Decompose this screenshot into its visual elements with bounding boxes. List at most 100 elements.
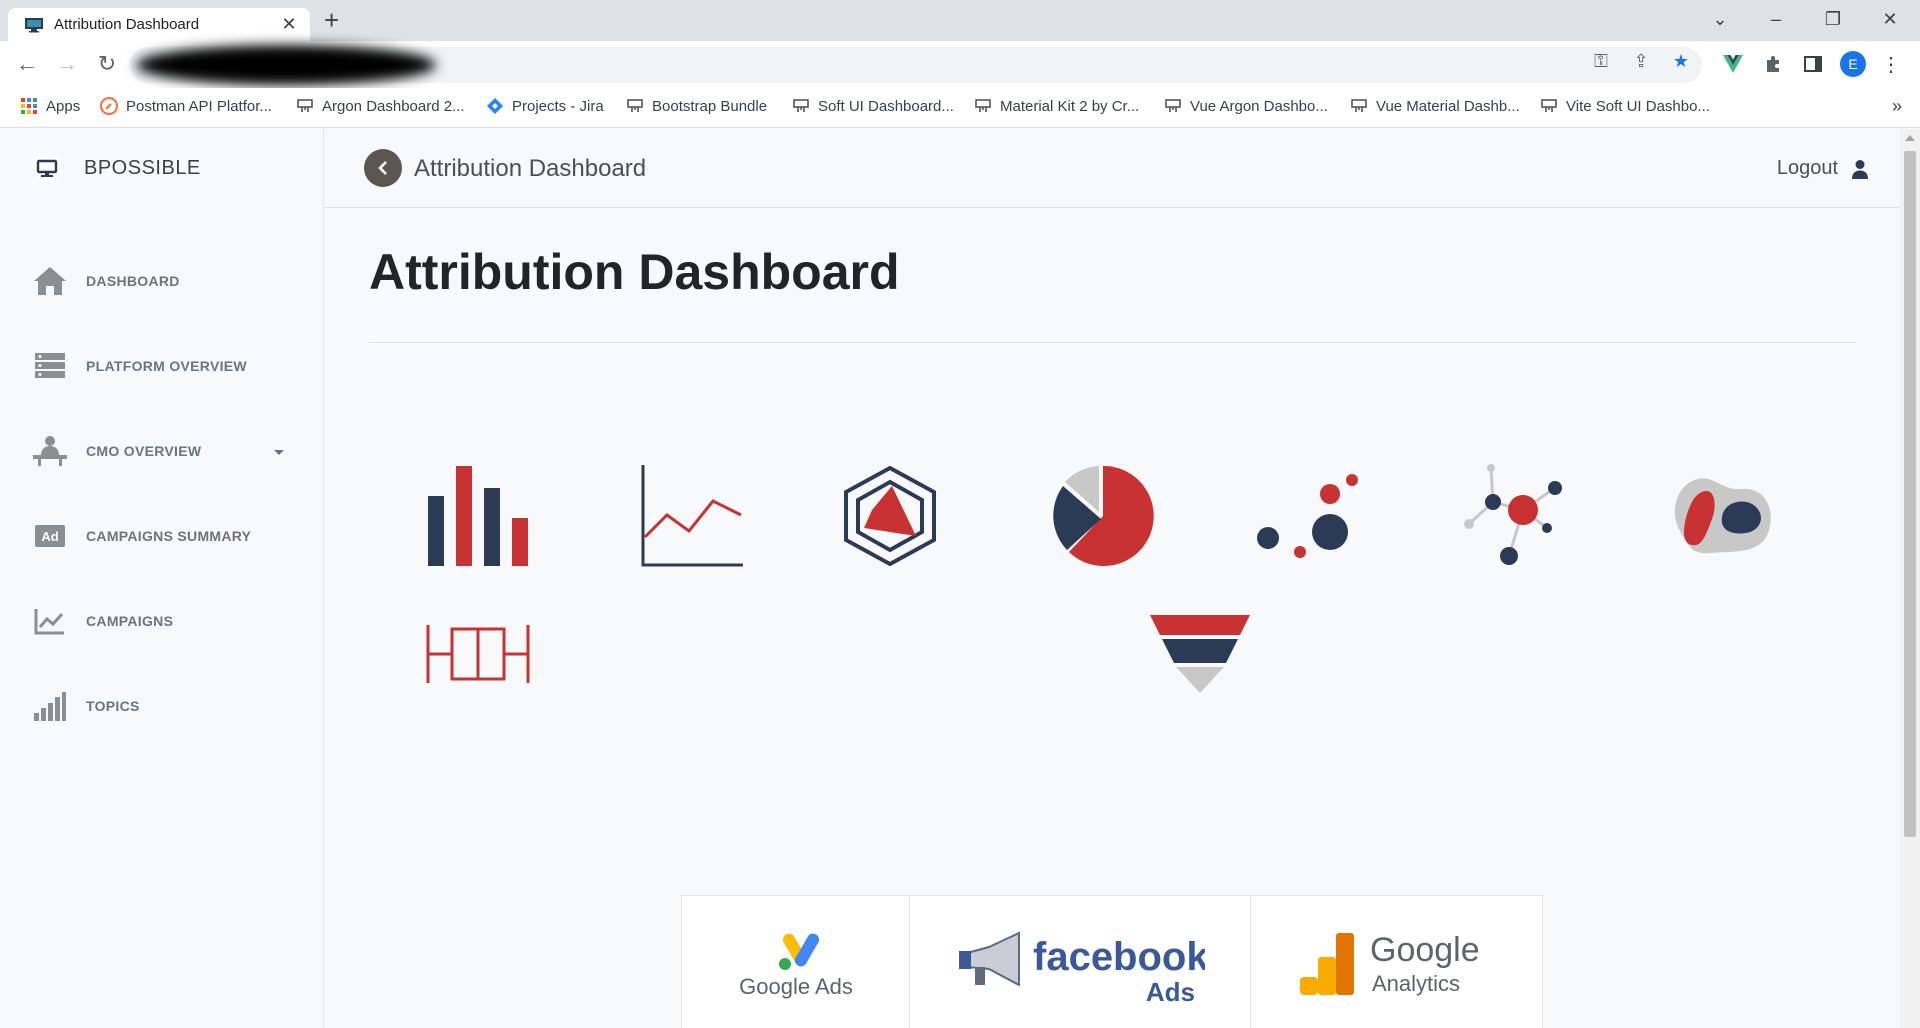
funnel-chart-icon: [1150, 615, 1250, 693]
sidebar-item-dashboard[interactable]: DASHBOARD: [32, 264, 180, 298]
funnel-chart-tile[interactable]: [1145, 599, 1255, 709]
pie-chart-tile[interactable]: [1048, 461, 1158, 571]
monitor-logo-icon: [32, 153, 62, 183]
creative-tim-icon: [1164, 97, 1182, 115]
sidebar-item-label: CMO OVERVIEW: [86, 443, 202, 459]
bookmark-apps[interactable]: Apps: [20, 97, 80, 115]
more-bookmarks-button[interactable]: »: [1892, 96, 1902, 117]
blob-chart-tile[interactable]: [1667, 461, 1777, 571]
divider: [369, 342, 1856, 343]
browser-toolbar: ← → ↻ ⚿ ⇪ ★ E ⋮: [0, 41, 1920, 88]
bookmark-star-icon[interactable]: ★: [1668, 51, 1694, 72]
extensions-puzzle-icon[interactable]: [1758, 51, 1788, 77]
presenter-icon: [32, 435, 68, 467]
bar-chart-icon: [428, 466, 528, 566]
bookmark-jira[interactable]: Projects - Jira: [486, 97, 604, 115]
reload-icon[interactable]: ↻: [93, 51, 121, 77]
blob-chart-icon: [1674, 478, 1771, 554]
new-tab-button[interactable]: +: [324, 6, 339, 34]
google-analytics-name: Google: [1370, 931, 1480, 969]
bubble-chart-tile[interactable]: [1253, 461, 1363, 571]
logout-button[interactable]: Logout: [1777, 157, 1870, 180]
pie-chart-icon: [1053, 465, 1154, 566]
app-root: BPOSSIBLE DASHBOARD PLATFORM OVERVIEW CM…: [0, 129, 1900, 1028]
bookmark-material-kit[interactable]: Material Kit 2 by Cr...: [974, 97, 1139, 115]
bookmark-label: Bootstrap Bundle: [652, 97, 768, 115]
sidebar-item-label: PLATFORM OVERVIEW: [86, 358, 247, 374]
brand[interactable]: BPOSSIBLE: [32, 153, 201, 183]
creative-tim-icon: [792, 97, 810, 115]
postman-icon: [100, 97, 118, 115]
window-close-icon[interactable]: ✕: [1870, 4, 1910, 34]
apps-grid-icon: [20, 97, 38, 115]
scroll-up-arrow-icon[interactable]: [1905, 135, 1915, 141]
bookmark-vite-soft-ui[interactable]: Vite Soft UI Dashbo...: [1540, 97, 1710, 115]
sidebar: BPOSSIBLE DASHBOARD PLATFORM OVERVIEW CM…: [0, 129, 324, 1028]
main-content: Attribution Dashboard Google Ads faceboo…: [325, 209, 1900, 1028]
bookmark-vue-material[interactable]: Vue Material Dashb...: [1350, 97, 1520, 115]
facebook-ads-card[interactable]: facebook Ads: [910, 896, 1251, 1028]
menu-kebab-icon[interactable]: ⋮: [1876, 51, 1906, 77]
sidebar-item-campaigns[interactable]: CAMPAIGNS: [32, 604, 173, 638]
share-icon[interactable]: ⇪: [1628, 51, 1654, 72]
ad-icon: Ad: [32, 520, 68, 552]
line-chart-tile[interactable]: [637, 461, 747, 571]
scrollbar-thumb[interactable]: [1904, 151, 1916, 837]
bookmark-soft-ui-dashboard[interactable]: Soft UI Dashboard...: [792, 97, 954, 115]
bookmark-label: Projects - Jira: [512, 97, 604, 115]
vue-devtools-icon[interactable]: [1718, 51, 1748, 77]
bookmark-label: Vue Material Dashb...: [1376, 97, 1520, 115]
page-scrollbar[interactable]: [1900, 129, 1920, 1028]
bookmark-label: Vite Soft UI Dashbo...: [1566, 97, 1710, 115]
google-analytics-card[interactable]: Google Analytics: [1251, 896, 1542, 1028]
hexagon-radar-icon: [844, 466, 936, 566]
sidebar-item-campaigns-summary[interactable]: Ad CAMPAIGNS SUMMARY: [32, 519, 251, 553]
bookmark-argon-dashboard[interactable]: Argon Dashboard 2...: [296, 97, 465, 115]
forward-arrow-icon[interactable]: →: [53, 51, 81, 77]
bookmark-vue-argon[interactable]: Vue Argon Dashbo...: [1164, 97, 1328, 115]
profile-avatar[interactable]: E: [1838, 51, 1868, 77]
boxplot-tile[interactable]: [423, 599, 533, 709]
network-graph-tile[interactable]: [1460, 461, 1570, 571]
line-chart-icon: [641, 465, 743, 567]
chevron-down-icon[interactable]: [274, 450, 284, 455]
svg-text:Ad: Ad: [41, 529, 58, 544]
server-icon: [32, 350, 68, 382]
home-icon: [32, 265, 68, 297]
sidebar-item-topics[interactable]: TOPICS: [32, 689, 140, 723]
browser-tab[interactable]: Attribution Dashboard ✕: [8, 8, 310, 41]
creative-tim-icon: [1540, 97, 1558, 115]
close-tab-icon[interactable]: ✕: [280, 14, 298, 35]
sidebar-item-platform-overview[interactable]: PLATFORM OVERVIEW: [32, 349, 247, 383]
chevron-left-icon: [378, 161, 387, 175]
key-icon[interactable]: ⚿: [1588, 51, 1614, 72]
tab-search-chevron-icon[interactable]: ⌄: [1700, 4, 1740, 34]
boxplot-icon: [426, 625, 530, 683]
restore-icon[interactable]: ❐: [1813, 4, 1853, 34]
sidebar-item-label: CAMPAIGNS SUMMARY: [86, 528, 252, 544]
network-graph-icon: [1464, 464, 1562, 565]
tab-title: Attribution Dashboard: [54, 16, 200, 33]
google-ads-card[interactable]: Google Ads: [682, 896, 911, 1028]
brand-name: BPOSSIBLE: [84, 156, 201, 179]
facebook-ads-logo: facebook Ads: [959, 931, 1205, 1005]
bookmark-bootstrap-bundle[interactable]: Bootstrap Bundle: [626, 97, 767, 115]
browser-tab-strip: Attribution Dashboard ✕ + ⌄ – ❐ ✕: [0, 0, 1920, 41]
integrations-panel: Google Ads facebook Ads Google Analytics: [681, 895, 1543, 1028]
bubble-chart-icon: [1257, 474, 1358, 558]
side-panel-icon[interactable]: [1798, 51, 1828, 77]
google-ads-logo: Google Ads: [739, 933, 853, 999]
hexagon-radar-tile[interactable]: [835, 461, 945, 571]
bookmark-label: Apps: [46, 97, 81, 115]
redacted-url: [136, 45, 436, 85]
back-button[interactable]: [364, 149, 402, 187]
back-arrow-icon[interactable]: ←: [13, 51, 41, 77]
sidebar-item-cmo-overview[interactable]: CMO OVERVIEW: [32, 434, 201, 468]
minimize-icon[interactable]: –: [1756, 4, 1796, 34]
bar-chart-tile[interactable]: [423, 461, 533, 571]
user-icon: [1852, 159, 1868, 179]
signal-bars-icon: [32, 690, 68, 722]
bookmark-postman[interactable]: Postman API Platfor...: [100, 97, 272, 115]
google-analytics-sub: Analytics: [1372, 971, 1460, 996]
bookmark-label: Argon Dashboard 2...: [322, 97, 465, 115]
